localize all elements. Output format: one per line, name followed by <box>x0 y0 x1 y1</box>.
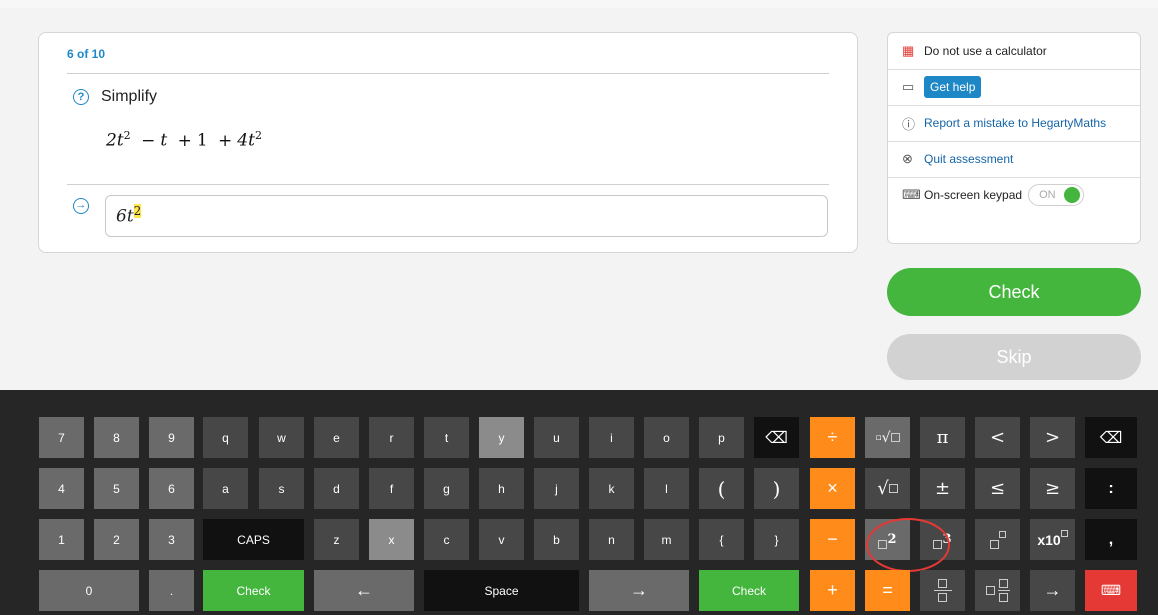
key-plus-minus[interactable]: ± <box>920 468 965 509</box>
nth-root-key[interactable]: ▫ √ <box>865 417 910 458</box>
report-link[interactable]: Report a mistake to HegartyMaths <box>924 116 1106 130</box>
key-pi[interactable]: π <box>920 417 965 458</box>
key-o[interactable]: o <box>644 417 689 458</box>
key-decimal[interactable]: . <box>149 570 194 611</box>
key-a[interactable]: a <box>203 468 248 509</box>
key-r[interactable]: r <box>369 417 414 458</box>
answer-input[interactable]: 6t2 <box>105 195 828 237</box>
question-expression: 2t2 − t +1 +4t2 <box>106 129 262 151</box>
key-equals[interactable]: = <box>865 570 910 611</box>
question-progress: 6 of 10 <box>67 47 106 61</box>
question-card: 6 of 10 ? Simplify 2t2 − t +1 +4t2 → 6t2 <box>38 32 858 253</box>
key-b[interactable]: b <box>534 519 579 560</box>
key-g[interactable]: g <box>424 468 469 509</box>
top-band <box>0 0 1158 8</box>
get-help-button[interactable]: Get help <box>924 76 982 98</box>
key-comma[interactable]: , <box>1085 519 1137 560</box>
key-x[interactable]: x <box>369 519 414 560</box>
quit-row[interactable]: ⊗ Quit assessment <box>888 141 1140 178</box>
key-0[interactable]: 0 <box>39 570 139 611</box>
key-greater-than[interactable]: > <box>1030 417 1075 458</box>
answer-arrow-icon: → <box>73 198 89 214</box>
right-arrow-key[interactable]: → <box>589 570 689 611</box>
key-t[interactable]: t <box>424 417 469 458</box>
power-key[interactable] <box>975 519 1020 560</box>
key-c[interactable]: c <box>424 519 469 560</box>
alert-icon: ⓘ <box>902 116 916 132</box>
key-1[interactable]: 1 <box>39 519 84 560</box>
key-less-equal[interactable]: ≤ <box>975 468 1020 509</box>
key-j[interactable]: j <box>534 468 579 509</box>
highlight-circle <box>866 518 950 572</box>
key-greater-equal[interactable]: ≥ <box>1030 468 1075 509</box>
sqrt-key[interactable]: √ <box>865 468 910 509</box>
key-3[interactable]: 3 <box>149 519 194 560</box>
side-panel: ▦ Do not use a calculator ▭ Get help ⓘ R… <box>887 32 1141 244</box>
key-divide[interactable]: ÷ <box>810 417 855 458</box>
key-close-paren[interactable]: ) <box>754 468 799 509</box>
key-i[interactable]: i <box>589 417 634 458</box>
divider <box>67 184 829 185</box>
key-colon[interactable]: : <box>1085 468 1137 509</box>
video-icon: ▭ <box>902 79 915 94</box>
key-u[interactable]: u <box>534 417 579 458</box>
key-plus[interactable]: + <box>810 570 855 611</box>
key-5[interactable]: 5 <box>94 468 139 509</box>
key-f[interactable]: f <box>369 468 414 509</box>
help-row: ▭ Get help <box>888 69 1140 106</box>
key-minus[interactable]: − <box>810 519 855 560</box>
skip-button[interactable]: Skip <box>887 334 1141 380</box>
key-z[interactable]: z <box>314 519 359 560</box>
key-k[interactable]: k <box>589 468 634 509</box>
key-d[interactable]: d <box>314 468 359 509</box>
key-less-than[interactable]: < <box>975 417 1020 458</box>
key-l[interactable]: l <box>644 468 689 509</box>
space-key[interactable]: Space <box>424 570 579 611</box>
report-row[interactable]: ⓘ Report a mistake to HegartyMaths <box>888 105 1140 142</box>
fraction-key[interactable] <box>920 570 965 611</box>
question-instruction: Simplify <box>101 88 158 105</box>
key-h[interactable]: h <box>479 468 524 509</box>
key-open-brace[interactable]: { <box>699 519 744 560</box>
question-icon: ? <box>73 89 89 105</box>
keypad-check-button[interactable]: Check <box>203 570 304 611</box>
left-arrow-key[interactable]: ← <box>314 570 414 611</box>
calculator-notice: ▦ Do not use a calculator <box>888 33 1140 70</box>
keypad-row: ⌨ On-screen keypad ON <box>888 177 1140 213</box>
keypad-toggle[interactable]: ON <box>1028 184 1085 206</box>
divider <box>67 73 829 74</box>
key-m[interactable]: m <box>644 519 689 560</box>
key-4[interactable]: 4 <box>39 468 84 509</box>
quit-link[interactable]: Quit assessment <box>924 152 1013 166</box>
key-w[interactable]: w <box>259 417 304 458</box>
backspace-key[interactable]: ⌫ <box>754 417 799 458</box>
key-8[interactable]: 8 <box>94 417 139 458</box>
key-s[interactable]: s <box>259 468 304 509</box>
key-v[interactable]: v <box>479 519 524 560</box>
right-arrow-key-math[interactable]: → <box>1030 570 1075 611</box>
keyboard-icon: ⌨ <box>902 187 921 202</box>
mixed-fraction-key[interactable] <box>975 570 1020 611</box>
key-q[interactable]: q <box>203 417 248 458</box>
key-p[interactable]: p <box>699 417 744 458</box>
close-keypad-icon[interactable]: ⌨ <box>1085 570 1137 611</box>
backspace-key-math[interactable]: ⌫ <box>1085 417 1137 458</box>
key-multiply[interactable]: × <box>810 468 855 509</box>
close-icon: ⊗ <box>902 151 913 166</box>
key-7[interactable]: 7 <box>39 417 84 458</box>
key-9[interactable]: 9 <box>149 417 194 458</box>
key-open-paren[interactable]: ( <box>699 468 744 509</box>
key-n[interactable]: n <box>589 519 634 560</box>
key-e[interactable]: e <box>314 417 359 458</box>
calculator-icon: ▦ <box>902 43 915 58</box>
key-y[interactable]: y <box>479 417 524 458</box>
check-button[interactable]: Check <box>887 268 1141 316</box>
key-2[interactable]: 2 <box>94 519 139 560</box>
key-6[interactable]: 6 <box>149 468 194 509</box>
times-ten-power-key[interactable]: x10 <box>1030 519 1075 560</box>
key-close-brace[interactable]: } <box>754 519 799 560</box>
keypad-check-button-2[interactable]: Check <box>699 570 799 611</box>
caps-key[interactable]: CAPS <box>203 519 304 560</box>
